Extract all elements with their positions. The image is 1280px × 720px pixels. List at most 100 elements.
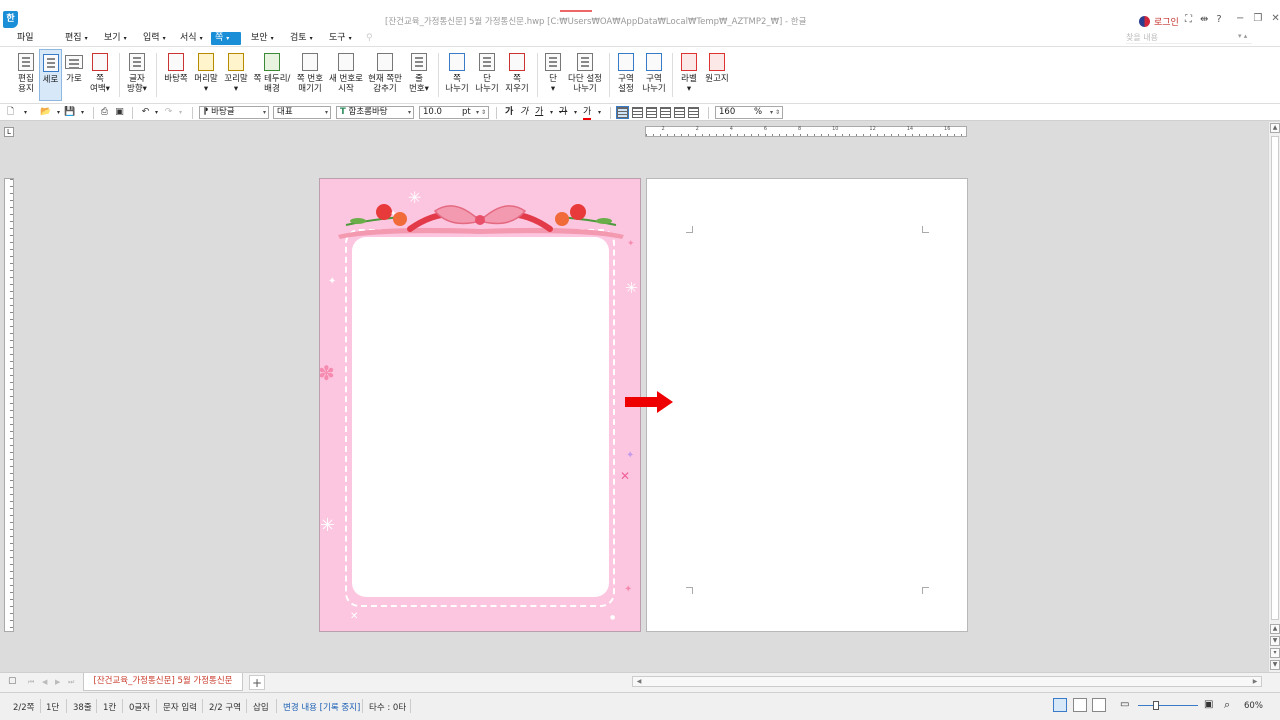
menu-file[interactable]: 파일 (13, 32, 38, 45)
line-number-button[interactable]: 줄 번호▾ (406, 49, 432, 101)
new-doc-dropdown-icon[interactable]: ▾ (20, 107, 31, 118)
underline-dropdown-icon[interactable]: ▾ (546, 107, 557, 118)
status-track-changes[interactable]: 변경 내용 [기록 중지] (283, 701, 360, 713)
search-nav-icon[interactable]: ▾ ▴ (1238, 32, 1247, 40)
fullscreen-icon[interactable]: ⛶ (1185, 14, 1192, 25)
strikethrough-button[interactable]: 가 (559, 107, 567, 118)
close-icon[interactable]: ✕ (1271, 13, 1279, 24)
zoom-out-icon[interactable]: ▭ (1120, 699, 1129, 710)
scroll-up-page-icon[interactable]: ▲ (1270, 624, 1280, 634)
preview-icon[interactable]: ▣ (114, 107, 125, 118)
split-icon[interactable]: ⇹ (1200, 14, 1208, 25)
menu-security[interactable]: 보안 ▾ (247, 32, 278, 45)
stepper-icon[interactable]: ⇕ (775, 107, 780, 118)
restore-icon[interactable]: ❐ (1253, 13, 1262, 24)
style-select[interactable]: ⁋ 바탕글 ▾ (199, 106, 269, 119)
save-dropdown-icon[interactable]: ▾ (77, 107, 88, 118)
page-border-button[interactable]: 쪽 테두리/ 배경 (252, 49, 292, 101)
zoom-slider-handle[interactable] (1153, 701, 1159, 710)
align-left-icon[interactable] (632, 107, 643, 118)
scroll-page-down-icon[interactable]: ▼ (1270, 636, 1280, 646)
scroll-left-icon[interactable]: ◀ (634, 677, 644, 686)
redo-icon[interactable]: ↷ (163, 107, 174, 118)
magnifier-icon[interactable]: ⌕ (1224, 698, 1230, 712)
font-color-button[interactable]: 가 (583, 107, 592, 120)
bold-button[interactable]: 가 (505, 107, 513, 118)
scroll-up-icon[interactable]: ▲ (1270, 123, 1280, 133)
stationery-writing-area[interactable] (352, 237, 609, 597)
page-number-button[interactable]: 쪽 번호 매기기 (294, 49, 326, 101)
page-2-blank[interactable] (646, 178, 968, 632)
margins-button[interactable]: 쪽 여백▾ (87, 49, 113, 101)
zoom-input[interactable]: 160 % ▾ ⇕ (715, 106, 783, 119)
status-input-mode[interactable]: 문자 입력 (163, 701, 197, 713)
footer-button[interactable]: 꼬리말 ▾ (222, 49, 250, 101)
menu-tools[interactable]: 도구 ▾ (325, 32, 356, 45)
app-logo-icon[interactable]: 한 (3, 11, 18, 28)
vertical-scrollbar[interactable]: ▲ ▲ ▼ ▾ ▼ (1268, 122, 1280, 672)
header-button[interactable]: 머리말 ▾ (192, 49, 220, 101)
vertical-ruler[interactable] (4, 178, 14, 632)
multi-column-button[interactable]: 다단 설정 나누기 (566, 49, 604, 101)
stepper-icon[interactable]: ⇕ (481, 107, 486, 118)
horizontal-scrollbar[interactable]: ◀ ▶ (632, 676, 1262, 687)
zoom-slider[interactable] (1138, 705, 1198, 706)
column-break-button[interactable]: 단 나누기 (473, 49, 501, 101)
menu-insert[interactable]: 입력 ▾ (139, 32, 170, 45)
new-number-button[interactable]: 새 번호로 시작 (328, 49, 364, 101)
tab-list-icon[interactable]: ▢ (8, 676, 17, 686)
language-select[interactable]: 대표 ▾ (273, 106, 331, 119)
scroll-down-icon[interactable]: ▼ (1270, 660, 1280, 670)
section-settings-button[interactable]: 구역 설정 (613, 49, 639, 101)
status-insert-mode[interactable]: 삽입 (253, 701, 269, 713)
minimize-icon[interactable]: − (1236, 13, 1244, 24)
next-tab-icon[interactable]: ▶ (55, 678, 60, 686)
menu-edit[interactable]: 편집 ▾ (61, 32, 92, 45)
redo-dropdown-icon[interactable]: ▾ (175, 107, 186, 118)
text-direction-button[interactable]: 글자 방향▾ (124, 49, 150, 101)
master-page-button[interactable]: 바탕쪽 (162, 49, 190, 101)
search-input[interactable]: 찾을 내용 (1126, 32, 1252, 44)
page-1-stationery[interactable]: ✳ ✦ ✦ ✦ ✳ ✽ ✦ ✕ ✳ ✦ ✕ ● (319, 178, 641, 632)
columns-button[interactable]: 단 ▾ (541, 49, 565, 101)
page-break-button[interactable]: 쪽 나누기 (443, 49, 471, 101)
undo-dropdown-icon[interactable]: ▾ (151, 107, 162, 118)
align-distribute-icon[interactable] (674, 107, 685, 118)
font-select[interactable]: T 함초롬바탕 ▾ (336, 106, 414, 119)
menu-review[interactable]: 검토 ▾ (286, 32, 317, 45)
edit-paper-button[interactable]: 편집 용지 (14, 49, 38, 101)
full-page-icon[interactable] (1092, 698, 1106, 712)
landscape-button[interactable]: 가로 (63, 49, 85, 101)
manuscript-button[interactable]: 원고지 (703, 49, 731, 101)
login-button[interactable]: 로그인 (1139, 15, 1179, 28)
font-color-dropdown-icon[interactable]: ▾ (594, 107, 605, 118)
label-button[interactable]: 라벨 ▾ (677, 49, 701, 101)
menu-view[interactable]: 보기 ▾ (100, 32, 131, 45)
align-justify-icon[interactable] (616, 106, 629, 119)
align-right-icon[interactable] (660, 107, 671, 118)
open-folder-icon[interactable]: 📂 (40, 107, 51, 118)
italic-button[interactable]: 가 (520, 107, 528, 118)
pin-icon[interactable]: ⚲ (362, 32, 377, 45)
delete-page-button[interactable]: 쪽 지우기 (503, 49, 531, 101)
first-tab-icon[interactable]: ⏮ (28, 678, 34, 687)
section-break-button[interactable]: 구역 나누기 (641, 49, 667, 101)
menu-page[interactable]: 쪽 ▾ (211, 32, 241, 45)
underline-button[interactable]: 가 (535, 107, 543, 118)
fit-width-icon[interactable] (1073, 698, 1087, 712)
scroll-next-page-icon[interactable]: ▾ (1270, 648, 1280, 658)
scroll-thumb[interactable] (1271, 136, 1279, 620)
new-doc-icon[interactable]: 🗋 (5, 107, 16, 118)
add-tab-button[interactable]: + (249, 675, 265, 690)
align-split-icon[interactable] (688, 107, 699, 118)
status-page[interactable]: 2/2쪽 (13, 701, 35, 713)
zoom-in-icon[interactable]: ▣ (1204, 699, 1213, 710)
tab-document[interactable]: [잔건교육_가정통신문] 5월 가정통신문 (83, 673, 243, 691)
help-icon[interactable]: ? (1216, 14, 1221, 25)
font-size-input[interactable]: 10.0 pt ▾ ⇕ (419, 106, 489, 119)
save-icon[interactable]: 💾 (64, 107, 75, 118)
hide-page-button[interactable]: 현재 쪽만 감추기 (366, 49, 404, 101)
print-icon[interactable]: ⎙ (99, 107, 110, 118)
align-center-icon[interactable] (646, 107, 657, 118)
open-dropdown-icon[interactable]: ▾ (53, 107, 64, 118)
